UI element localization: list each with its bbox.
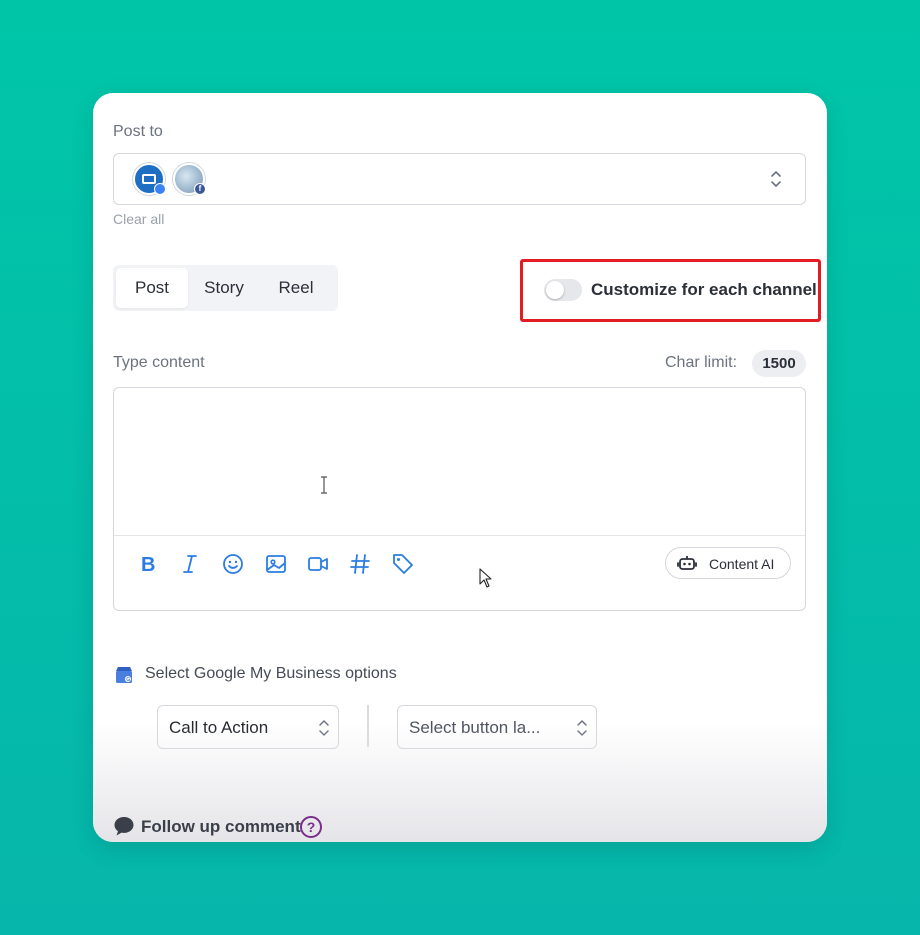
vertical-separator bbox=[367, 705, 369, 747]
store-icon bbox=[142, 174, 156, 184]
char-limit-label: Char limit: bbox=[665, 354, 738, 371]
hashtag-icon[interactable] bbox=[348, 552, 372, 576]
chevron-up-down-icon bbox=[577, 720, 587, 736]
gmb-options-label: Select Google My Business options bbox=[145, 665, 397, 682]
google-my-business-icon: G bbox=[116, 667, 132, 683]
follow-up-comment-label: Follow up comment bbox=[141, 817, 301, 836]
help-icon[interactable]: ? bbox=[300, 816, 322, 838]
content-editor[interactable]: B Content AI bbox=[113, 387, 806, 611]
tag-icon[interactable] bbox=[391, 552, 415, 576]
tab-reel[interactable]: Reel bbox=[260, 268, 332, 308]
post-composer-card: Post to f Clear all Post Story Reel Cust… bbox=[93, 93, 827, 842]
post-type-tabs: Post Story Reel bbox=[113, 265, 338, 311]
toggle-knob bbox=[546, 281, 564, 299]
speech-bubble-icon bbox=[114, 817, 134, 836]
tab-post[interactable]: Post bbox=[116, 268, 188, 308]
customize-toggle[interactable] bbox=[544, 279, 582, 301]
facebook-page-avatar[interactable]: f bbox=[173, 163, 206, 195]
facebook-badge-icon: f bbox=[194, 183, 206, 195]
text-cursor-icon bbox=[321, 476, 327, 494]
chevron-up-down-icon[interactable] bbox=[769, 168, 783, 190]
customize-highlight-box: Customize for each channel bbox=[520, 259, 821, 322]
robot-icon bbox=[677, 556, 697, 570]
video-icon[interactable] bbox=[306, 552, 330, 576]
content-ai-button[interactable]: Content AI bbox=[665, 547, 791, 579]
emoji-icon[interactable] bbox=[221, 552, 245, 576]
customize-label: Customize for each channel bbox=[591, 280, 817, 299]
editor-divider bbox=[114, 535, 805, 536]
channel-selector[interactable]: f bbox=[113, 153, 806, 205]
button-label-select[interactable]: Select button la... bbox=[397, 705, 597, 749]
italic-icon[interactable] bbox=[178, 552, 202, 576]
google-my-business-badge-icon bbox=[154, 183, 166, 195]
mouse-pointer-icon bbox=[479, 568, 492, 588]
content-ai-label: Content AI bbox=[709, 556, 775, 572]
type-content-label: Type content bbox=[113, 354, 205, 371]
image-icon[interactable] bbox=[264, 552, 288, 576]
post-to-label: Post to bbox=[113, 123, 163, 140]
call-to-action-select[interactable]: Call to Action bbox=[157, 705, 339, 749]
svg-text:G: G bbox=[126, 677, 130, 683]
button-label-placeholder: Select button la... bbox=[409, 718, 541, 737]
tab-story[interactable]: Story bbox=[188, 268, 260, 308]
google-my-business-avatar[interactable] bbox=[133, 163, 166, 195]
chevron-up-down-icon bbox=[319, 720, 329, 736]
call-to-action-value: Call to Action bbox=[169, 718, 269, 737]
clear-all-link[interactable]: Clear all bbox=[113, 211, 164, 227]
svg-text:B: B bbox=[141, 554, 155, 576]
bold-icon[interactable]: B bbox=[136, 552, 160, 576]
char-limit-badge: 1500 bbox=[752, 350, 806, 377]
